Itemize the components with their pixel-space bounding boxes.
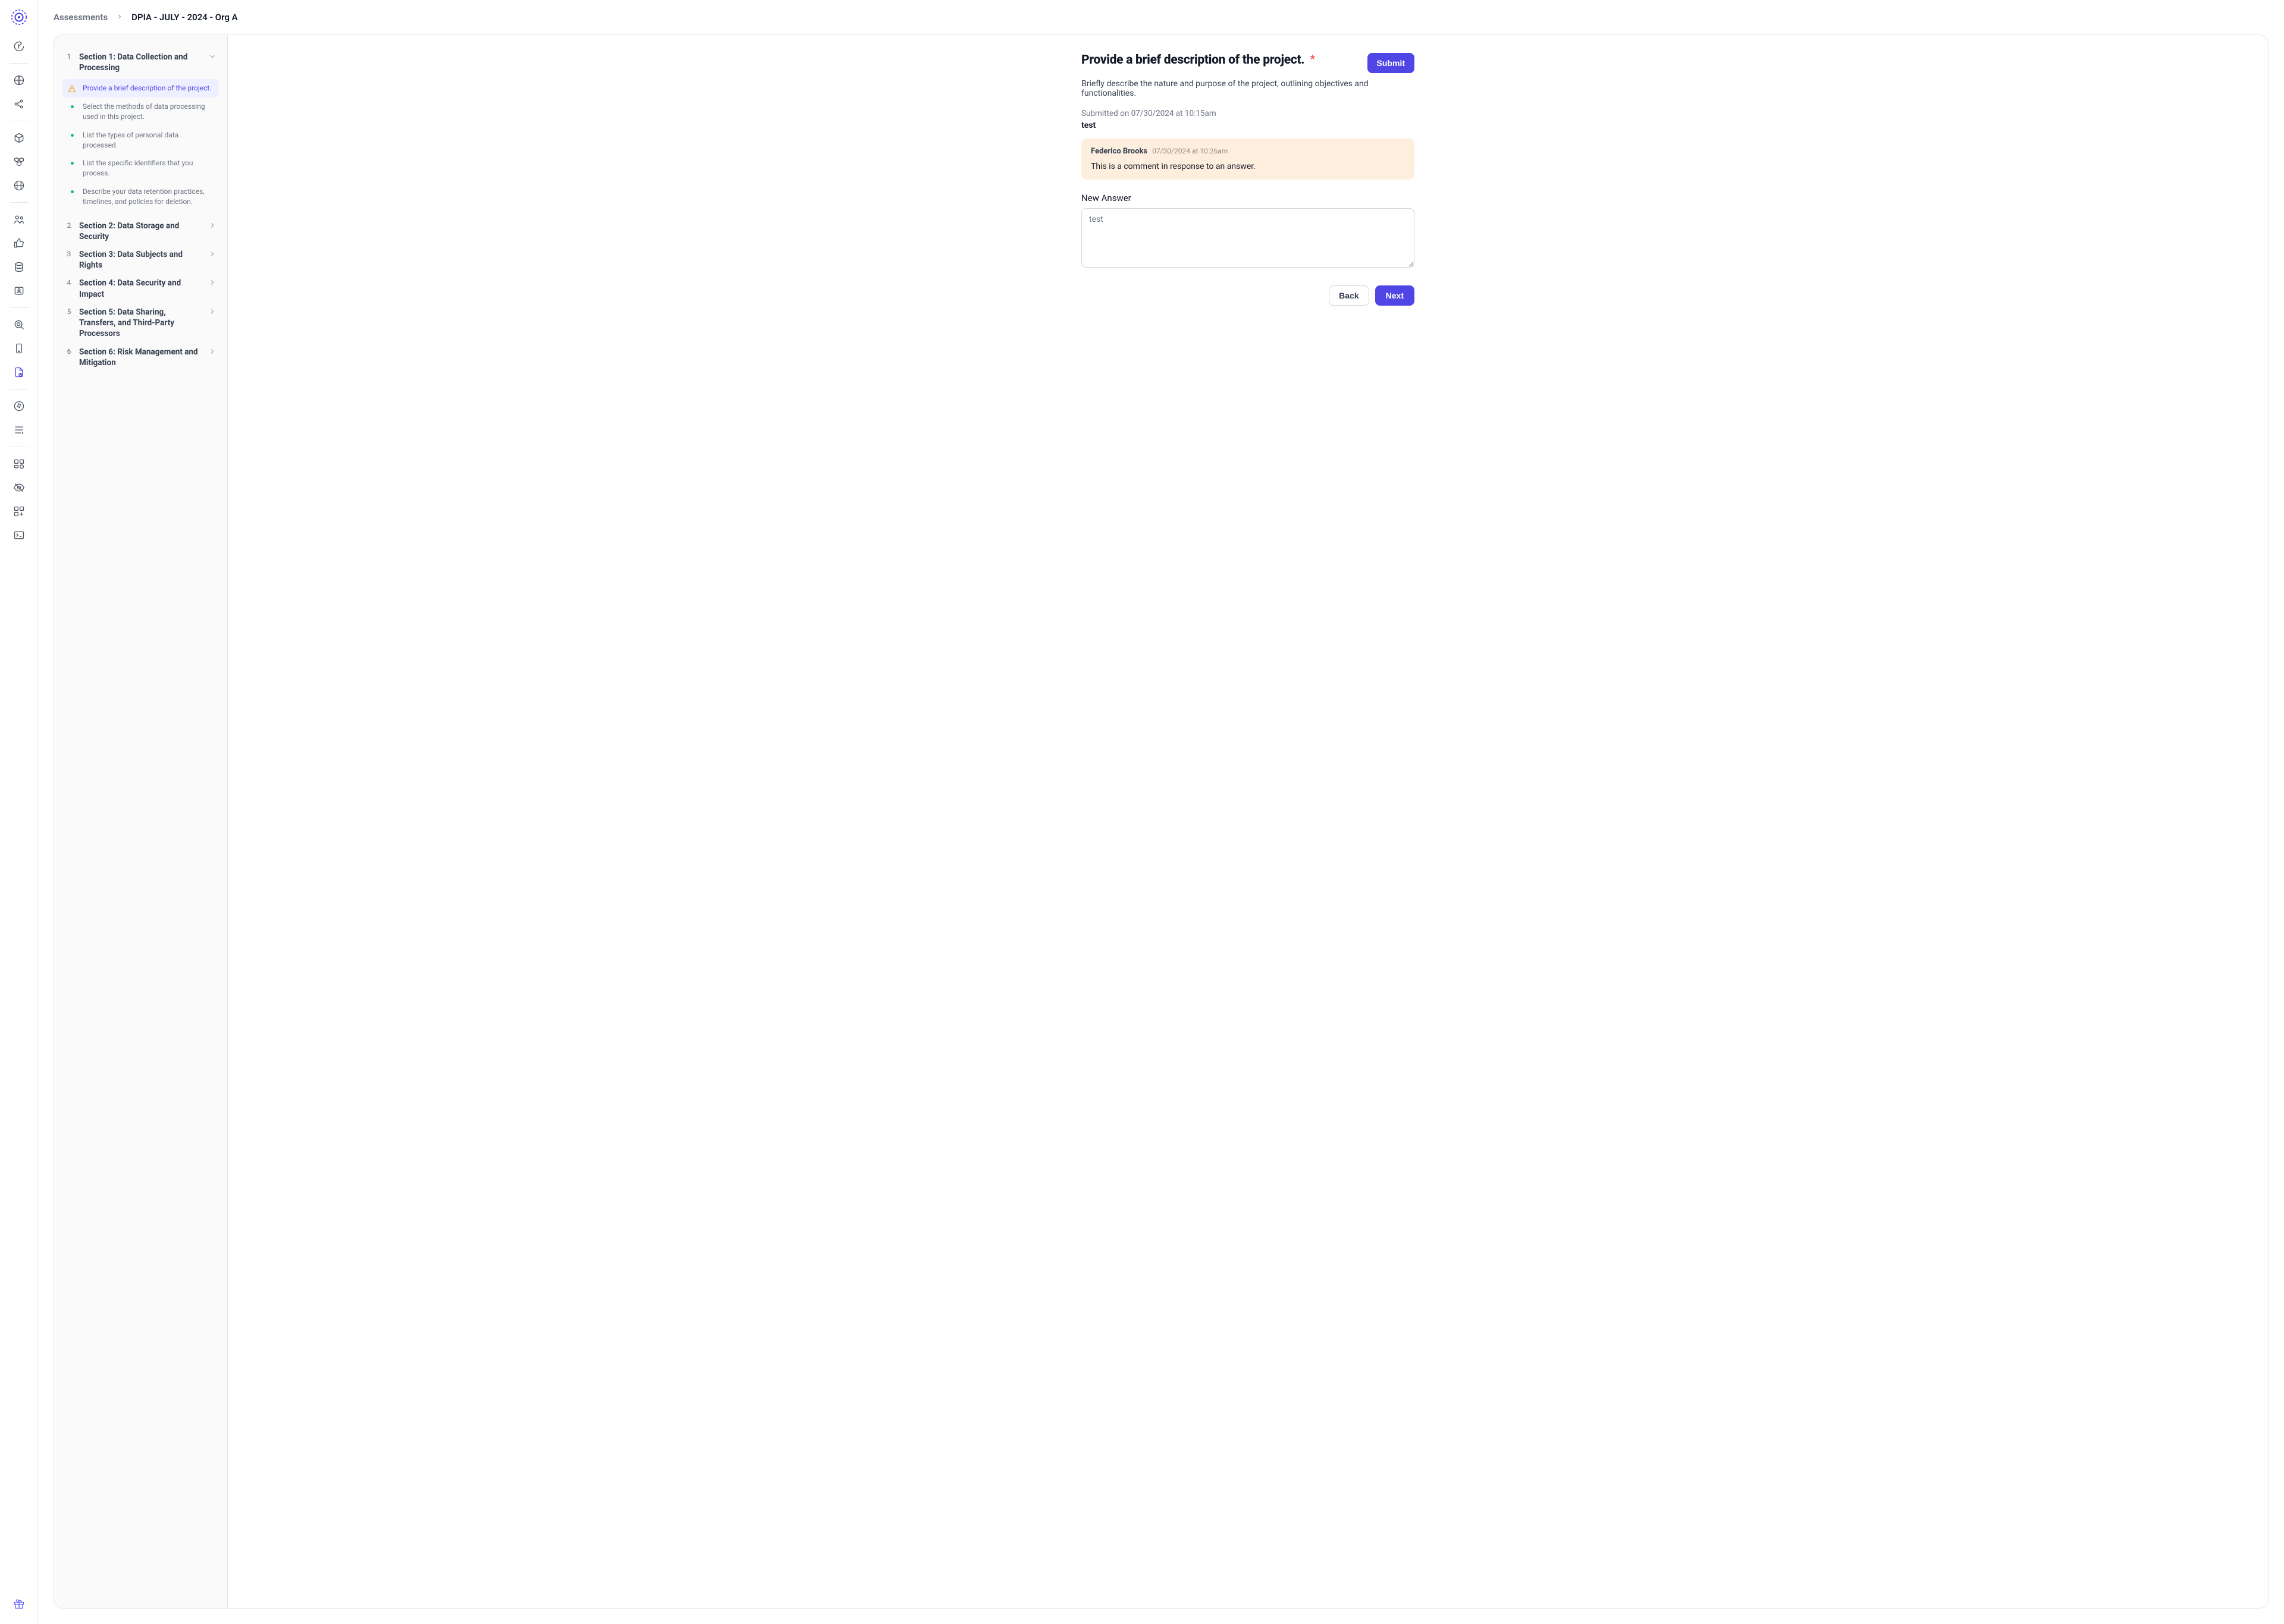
- section-header-4[interactable]: 4 Section 4: Data Security and Impact: [62, 274, 219, 303]
- question-nav-item[interactable]: List the specific identifiers that you p…: [62, 154, 219, 183]
- form-nav-buttons: Back Next: [1081, 285, 1414, 306]
- question-title: Provide a brief description of the proje…: [1081, 53, 1304, 67]
- comment-date: 07/30/2024 at 10:26am: [1152, 147, 1228, 155]
- nav-world-icon[interactable]: [8, 175, 30, 196]
- chevron-right-icon: [208, 307, 217, 318]
- question-description: Briefly describe the nature and purpose …: [1081, 79, 1414, 98]
- nav-cube-icon[interactable]: [8, 127, 30, 149]
- section-header-2[interactable]: 2 Section 2: Data Storage and Security: [62, 217, 219, 246]
- section-number: 3: [65, 250, 73, 258]
- section-header-3[interactable]: 3 Section 3: Data Subjects and Rights: [62, 246, 219, 274]
- rail-divider: [10, 202, 29, 203]
- nav-cubes-icon[interactable]: [8, 151, 30, 172]
- nav-compass-icon[interactable]: [8, 395, 30, 417]
- nav-tune-icon[interactable]: [8, 453, 30, 475]
- reviewer-comment: Federico Brooks 07/30/2024 at 10:26am Th…: [1081, 139, 1414, 180]
- question-nav-label: Select the methods of data processing us…: [83, 102, 214, 122]
- chevron-right-icon: [208, 250, 217, 260]
- section-header-5[interactable]: 5 Section 5: Data Sharing, Transfers, an…: [62, 303, 219, 343]
- status-dot-icon: [67, 159, 77, 165]
- status-dot-icon: [67, 131, 77, 137]
- chevron-right-icon: [208, 278, 217, 289]
- section-number: 4: [65, 278, 73, 287]
- warning-icon: [67, 84, 77, 93]
- question-nav-label: List the specific identifiers that you p…: [83, 158, 214, 178]
- content-wrap: 1 Section 1: Data Collection and Process…: [38, 34, 2284, 1624]
- section-title: Section 6: Risk Management and Mitigatio…: [79, 347, 202, 368]
- nav-id-icon[interactable]: [8, 280, 30, 301]
- comment-body: This is a comment in response to an answ…: [1091, 162, 1405, 171]
- rail-divider: [10, 63, 29, 64]
- nav-assessments-icon[interactable]: [8, 362, 30, 383]
- comment-author: Federico Brooks: [1091, 147, 1147, 156]
- breadcrumb-root[interactable]: Assessments: [54, 12, 108, 23]
- section-number: 6: [65, 347, 73, 356]
- section-title: Section 4: Data Security and Impact: [79, 278, 202, 299]
- nav-people-icon[interactable]: [8, 209, 30, 230]
- rail-divider: [10, 307, 29, 308]
- nav-globe-icon[interactable]: [8, 70, 30, 91]
- main-area: Assessments DPIA - JULY - 2024 - Org A 1…: [38, 0, 2284, 1624]
- nav-phone-icon[interactable]: [8, 338, 30, 359]
- breadcrumb: Assessments DPIA - JULY - 2024 - Org A: [38, 0, 2284, 34]
- section-title: Section 5: Data Sharing, Transfers, and …: [79, 307, 202, 340]
- app-logo: [10, 8, 28, 26]
- section-nav: 1 Section 1: Data Collection and Process…: [54, 35, 228, 1608]
- back-button[interactable]: Back: [1329, 285, 1369, 306]
- section-1-questions: Provide a brief description of the proje…: [62, 77, 219, 216]
- submit-button[interactable]: Submit: [1367, 53, 1414, 73]
- question-nav-label: Provide a brief description of the proje…: [83, 83, 211, 93]
- required-indicator: *: [1310, 53, 1315, 65]
- section-title: Section 1: Data Collection and Processin…: [79, 52, 202, 73]
- section-title: Section 3: Data Subjects and Rights: [79, 249, 202, 271]
- nav-gift-icon[interactable]: [8, 1593, 30, 1614]
- status-dot-icon: [67, 188, 77, 193]
- nav-rail: [0, 0, 38, 1624]
- question-nav-item[interactable]: Select the methods of data processing us…: [62, 98, 219, 126]
- breadcrumb-current: DPIA - JULY - 2024 - Org A: [131, 12, 238, 23]
- nav-search-doc-icon[interactable]: [8, 314, 30, 335]
- question-nav-item[interactable]: Provide a brief description of the proje…: [62, 79, 219, 98]
- question-nav-item[interactable]: Describe your data retention practices, …: [62, 183, 219, 211]
- chevron-right-icon: [208, 347, 217, 358]
- nav-database-icon[interactable]: [8, 256, 30, 278]
- question-nav-item[interactable]: List the types of personal data processe…: [62, 126, 219, 155]
- chevron-right-icon: [116, 12, 123, 23]
- question-nav-label: Describe your data retention practices, …: [83, 187, 214, 207]
- nav-eye-off-icon[interactable]: [8, 477, 30, 498]
- next-button[interactable]: Next: [1375, 285, 1414, 306]
- question-form: Provide a brief description of the proje…: [228, 35, 2268, 1608]
- nav-terminal-icon[interactable]: [8, 524, 30, 546]
- answer-textarea[interactable]: [1081, 208, 1414, 268]
- section-number: 2: [65, 221, 73, 230]
- chevron-right-icon: [208, 221, 217, 232]
- previous-answer-text: test: [1081, 121, 1414, 130]
- question-nav-label: List the types of personal data processe…: [83, 130, 214, 150]
- nav-apps-icon[interactable]: [8, 501, 30, 522]
- chevron-down-icon: [208, 52, 217, 63]
- section-header-6[interactable]: 6 Section 6: Risk Management and Mitigat…: [62, 343, 219, 372]
- assessment-panel: 1 Section 1: Data Collection and Process…: [54, 34, 2269, 1609]
- nav-share-icon[interactable]: [8, 93, 30, 115]
- new-answer-label: New Answer: [1081, 193, 1414, 203]
- submitted-timestamp: Submitted on 07/30/2024 at 10:15am: [1081, 109, 1414, 118]
- section-title: Section 2: Data Storage and Security: [79, 221, 202, 242]
- nav-power-icon[interactable]: [8, 36, 30, 57]
- section-number: 5: [65, 307, 73, 316]
- nav-thumbs-icon[interactable]: [8, 233, 30, 254]
- status-dot-icon: [67, 103, 77, 108]
- nav-list-icon[interactable]: [8, 419, 30, 441]
- question-header: Provide a brief description of the proje…: [1081, 53, 1414, 73]
- section-header-1[interactable]: 1 Section 1: Data Collection and Process…: [62, 48, 219, 77]
- section-number: 1: [65, 52, 73, 61]
